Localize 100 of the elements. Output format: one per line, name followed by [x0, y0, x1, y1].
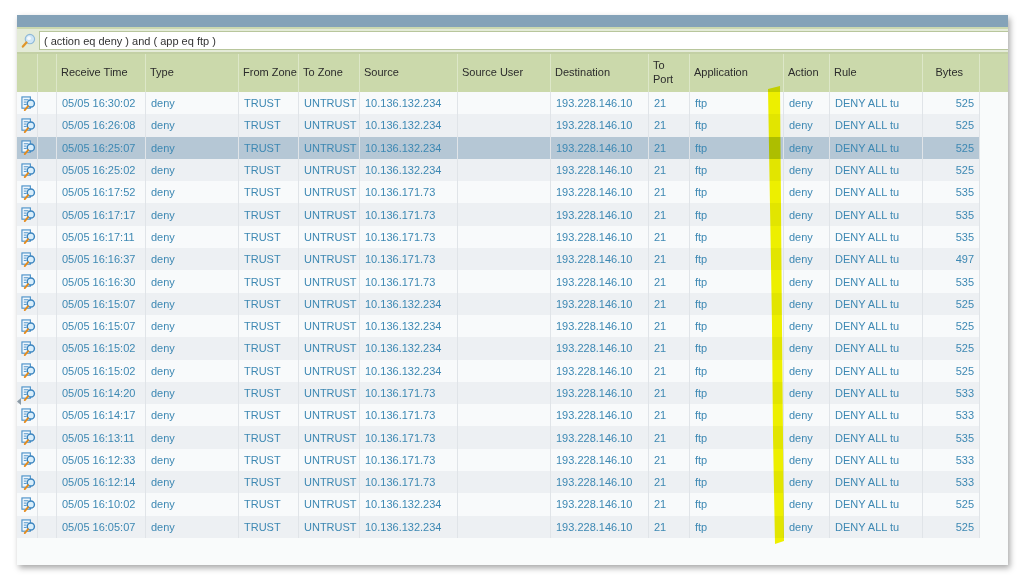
column-header[interactable]: To Zone	[303, 66, 343, 80]
table-cell[interactable]: deny	[151, 119, 175, 132]
table-cell[interactable]: deny	[789, 186, 813, 199]
table-cell[interactable]: 10.136.171.73	[365, 275, 436, 288]
table-cell[interactable]: 533	[955, 476, 974, 489]
table-cell[interactable]: 497	[955, 253, 974, 266]
table-cell[interactable]: 10.136.171.73	[365, 453, 436, 466]
table-cell[interactable]: ftp	[695, 230, 708, 243]
table-cell[interactable]: 10.136.132.234	[365, 97, 442, 110]
table-cell[interactable]: deny	[789, 498, 813, 511]
document-magnifier-icon[interactable]	[21, 340, 36, 356]
table-cell[interactable]: deny	[789, 208, 813, 221]
table-row[interactable]: 05/05 16:26:08 deny TRUST UNTRUST 10.136.132.234 193.228.146.10 21 ftp deny DENY ALL tu 525	[17, 114, 980, 137]
table-cell[interactable]: 10.136.171.73	[365, 409, 436, 422]
table-cell[interactable]: 10.136.132.234	[365, 297, 442, 310]
table-cell[interactable]: UNTRUST	[304, 97, 357, 110]
column-header[interactable]: Action	[788, 66, 819, 80]
table-cell[interactable]: deny	[789, 141, 813, 154]
table-cell[interactable]: 193.228.146.10	[556, 476, 633, 489]
table-cell[interactable]: 10.136.132.234	[365, 342, 442, 355]
table-cell[interactable]: deny	[789, 320, 813, 333]
table-cell[interactable]: deny	[151, 498, 175, 511]
table-cell[interactable]: 193.228.146.10	[556, 431, 633, 444]
table-cell[interactable]: ftp	[695, 387, 708, 399]
document-magnifier-icon[interactable]	[21, 251, 36, 267]
table-cell[interactable]: UNTRUST	[304, 164, 357, 177]
table-row[interactable]: 05/05 16:17:52 deny TRUST UNTRUST 10.136.171.73 193.228.146.10 21 ftp deny DENY ALL tu 535	[17, 181, 980, 204]
table-cell[interactable]: DENY ALL tu	[835, 164, 900, 177]
table-cell[interactable]: ftp	[695, 364, 708, 377]
table-cell[interactable]: 21	[654, 119, 667, 132]
table-cell[interactable]: deny	[151, 431, 175, 444]
table-cell[interactable]: 05/05 16:16:30	[62, 275, 136, 288]
table-cell[interactable]: TRUST	[244, 476, 281, 489]
document-magnifier-icon[interactable]	[21, 519, 36, 535]
table-cell[interactable]: UNTRUST	[304, 297, 357, 310]
table-cell[interactable]: ftp	[695, 476, 708, 489]
table-cell[interactable]: deny	[789, 230, 813, 243]
table-cell[interactable]: 10.136.171.73	[365, 387, 436, 399]
table-cell[interactable]: DENY ALL tu	[835, 275, 900, 288]
table-cell[interactable]: DENY ALL tu	[835, 119, 900, 132]
document-magnifier-icon[interactable]	[21, 274, 36, 289]
document-magnifier-icon[interactable]	[21, 430, 36, 446]
table-cell[interactable]: DENY ALL tu	[835, 320, 900, 333]
table-cell[interactable]: deny	[789, 164, 813, 177]
table-cell[interactable]: DENY ALL tu	[835, 297, 900, 310]
table-cell[interactable]: ftp	[695, 275, 708, 288]
table-cell[interactable]: UNTRUST	[304, 409, 357, 422]
table-cell[interactable]: 533	[955, 387, 974, 399]
table-cell[interactable]: 193.228.146.10	[556, 186, 633, 199]
table-cell[interactable]: 10.136.132.234	[365, 498, 442, 511]
document-magnifier-icon[interactable]	[21, 117, 36, 133]
table-cell[interactable]: ftp	[695, 342, 708, 355]
table-cell[interactable]: 05/05 16:15:02	[62, 342, 136, 355]
table-cell[interactable]: deny	[151, 476, 175, 489]
table-cell[interactable]: 10.136.132.234	[365, 320, 442, 333]
table-cell[interactable]: deny	[151, 409, 175, 422]
table-cell[interactable]: 05/05 16:15:07	[62, 297, 136, 310]
table-cell[interactable]: ftp	[695, 409, 708, 422]
table-cell[interactable]: 193.228.146.10	[556, 208, 633, 221]
table-cell[interactable]: 193.228.146.10	[556, 520, 633, 533]
table-row[interactable]: 05/05 16:12:14 deny TRUST UNTRUST 10.136.171.73 193.228.146.10 21 ftp deny DENY ALL tu 533	[17, 471, 980, 494]
table-cell[interactable]: 193.228.146.10	[556, 453, 633, 466]
column-header[interactable]: Type	[150, 66, 174, 80]
table-cell[interactable]: 21	[654, 431, 667, 444]
table-cell[interactable]: deny	[789, 520, 813, 533]
table-cell[interactable]: UNTRUST	[304, 342, 357, 355]
table-row[interactable]: 05/05 16:17:11 deny TRUST UNTRUST 10.136.171.73 193.228.146.10 21 ftp deny DENY ALL tu 535	[17, 225, 980, 249]
column-header[interactable]: From Zone	[243, 66, 297, 80]
table-cell[interactable]: 05/05 16:15:07	[62, 320, 136, 333]
table-cell[interactable]: 193.228.146.10	[556, 387, 633, 399]
table-cell[interactable]: TRUST	[244, 230, 281, 243]
table-cell[interactable]: 193.228.146.10	[556, 230, 633, 243]
table-cell[interactable]: deny	[151, 320, 175, 333]
table-cell[interactable]: DENY ALL tu	[835, 453, 900, 466]
table-cell[interactable]: 05/05 16:13:11	[62, 431, 135, 444]
column-header[interactable]: Receive Time	[61, 66, 128, 80]
document-magnifier-icon[interactable]	[21, 162, 36, 178]
table-cell[interactable]: TRUST	[244, 453, 281, 466]
table-cell[interactable]: 193.228.146.10	[556, 320, 633, 333]
table-cell[interactable]: DENY ALL tu	[835, 186, 900, 199]
table-cell[interactable]: deny	[151, 164, 175, 177]
table-cell[interactable]: deny	[151, 275, 175, 288]
table-cell[interactable]: deny	[789, 97, 813, 110]
table-cell[interactable]: deny	[789, 297, 813, 310]
table-cell[interactable]: ftp	[695, 431, 708, 444]
table-cell[interactable]: UNTRUST	[304, 186, 357, 199]
table-cell[interactable]: deny	[151, 230, 175, 243]
table-cell[interactable]: 525	[955, 364, 974, 377]
document-magnifier-icon[interactable]	[21, 296, 36, 312]
table-cell[interactable]: 535	[955, 230, 974, 243]
document-magnifier-icon[interactable]	[21, 207, 36, 223]
table-cell[interactable]: DENY ALL tu	[835, 208, 900, 221]
document-magnifier-icon[interactable]	[21, 184, 36, 200]
table-row[interactable]: 05/05 16:10:02 deny TRUST UNTRUST 10.136.132.234 193.228.146.10 21 ftp deny DENY ALL tu 525	[17, 493, 980, 516]
table-cell[interactable]: TRUST	[244, 186, 281, 199]
table-cell[interactable]: ftp	[695, 498, 708, 511]
table-cell[interactable]: DENY ALL tu	[835, 342, 900, 355]
table-cell[interactable]: 05/05 16:17:17	[62, 208, 136, 221]
table-cell[interactable]: 535	[955, 275, 974, 288]
table-cell[interactable]: DENY ALL tu	[835, 498, 900, 511]
